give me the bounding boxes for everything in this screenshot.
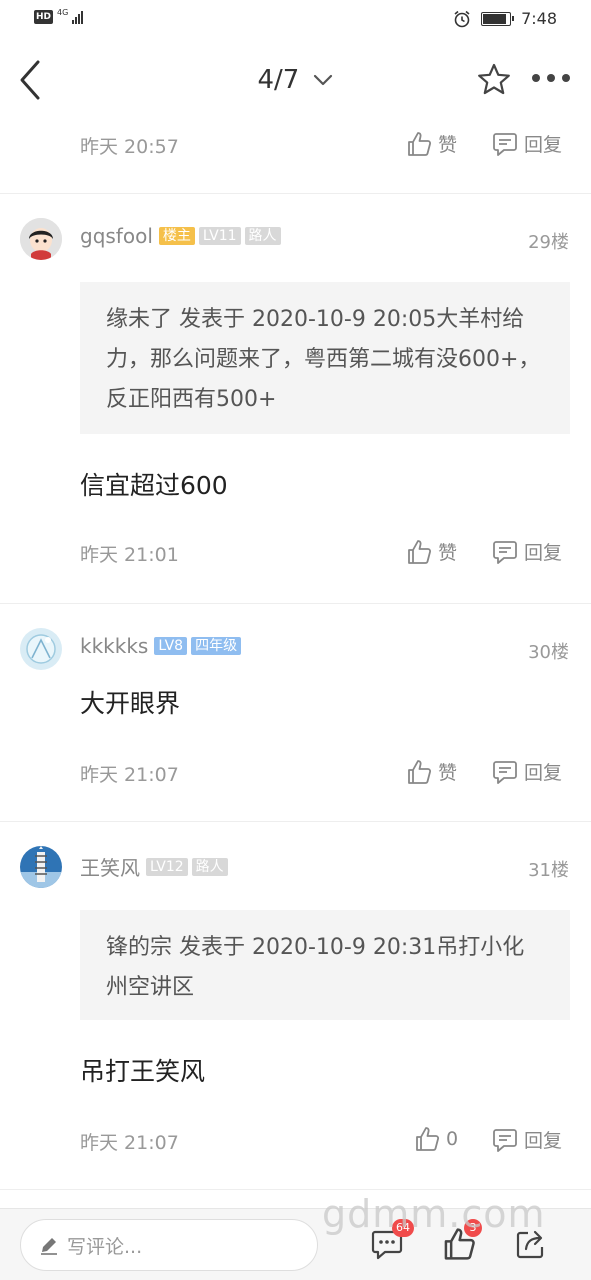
- author-row: kkkkks LV8 四年级: [80, 634, 242, 658]
- floor-number: 30楼: [528, 642, 569, 663]
- author-row: gqsfool 楼主 LV11 路人: [80, 224, 281, 248]
- like-button[interactable]: 0: [414, 1126, 458, 1152]
- reply-icon: [493, 760, 517, 784]
- share-icon: [516, 1230, 544, 1259]
- username[interactable]: gqsfool: [80, 224, 153, 248]
- share-button[interactable]: [514, 1227, 548, 1265]
- comment-placeholder: 写评论...: [67, 1235, 143, 1258]
- post-content: 吊打王笑风: [80, 1057, 206, 1086]
- reply-post: kkkkks LV8 四年级 30楼 大开眼界 昨天 21:07 赞 回复: [0, 604, 591, 822]
- reply-label: 回复: [524, 542, 563, 564]
- more-icon[interactable]: [532, 74, 572, 86]
- like-button[interactable]: 赞: [406, 538, 457, 565]
- quote-block[interactable]: 缘未了 发表于 2020-10-9 20:05大羊村给力，那么问题来了，粤西第二…: [80, 282, 570, 434]
- like-button[interactable]: 赞: [406, 758, 457, 785]
- likes-count-badge: 3: [464, 1219, 482, 1237]
- floor-number: 31楼: [528, 860, 569, 881]
- reply-button[interactable]: 回复: [492, 1126, 562, 1153]
- signal-icon: [72, 10, 84, 24]
- reply-label: 回复: [524, 134, 563, 156]
- like-label: 赞: [438, 762, 458, 784]
- post-time: 昨天 21:07: [80, 1132, 179, 1154]
- reply-label: 回复: [524, 1130, 563, 1152]
- reply-button[interactable]: 回复: [492, 758, 562, 785]
- hd-indicator: HD: [34, 10, 54, 24]
- reply-feed: 昨天 20:57 赞 回复 gqsfool 楼主 LV11 路人 29楼 缘未了…: [0, 120, 591, 1208]
- post-time: 昨天 21:01: [80, 544, 179, 566]
- author-row: 王笑风 LV12 路人: [80, 852, 228, 881]
- avatar[interactable]: [20, 628, 62, 670]
- reply-icon: [493, 132, 517, 156]
- username[interactable]: kkkkks: [80, 634, 148, 658]
- star-icon[interactable]: [476, 62, 512, 98]
- reply-post: 昨天 20:57 赞 回复: [0, 120, 591, 194]
- chevron-down-icon: [313, 74, 332, 85]
- like-post-button[interactable]: 3: [442, 1219, 482, 1265]
- alarm-icon: [454, 10, 470, 27]
- level-badge: LV11: [198, 227, 241, 245]
- username[interactable]: 王笑风: [80, 852, 140, 881]
- thumbs-up-icon: [416, 1127, 440, 1151]
- thumbs-up-icon: [408, 759, 432, 784]
- network-type: 4G: [57, 8, 69, 17]
- pencil-icon: [41, 1238, 57, 1255]
- reply-post: 王笑风 LV12 路人 31楼 锋的宗 发表于 2020-10-9 20:31吊…: [0, 822, 591, 1190]
- thumbs-up-icon: [408, 131, 432, 156]
- post-time: 昨天 21:07: [80, 764, 179, 786]
- owner-badge: 楼主: [158, 227, 195, 245]
- title-badge: 路人: [244, 227, 281, 245]
- avatar[interactable]: [20, 846, 62, 888]
- post-content: 信宜超过600: [80, 471, 228, 500]
- like-button[interactable]: 赞: [406, 130, 457, 157]
- clock: 7:48: [521, 9, 557, 28]
- top-nav-bar: 4/7: [0, 40, 591, 120]
- thumbs-up-icon: [408, 539, 432, 564]
- title-badge: 路人: [191, 857, 228, 876]
- reply-icon: [493, 540, 517, 564]
- reply-button[interactable]: 回复: [492, 130, 562, 157]
- level-badge: LV8: [154, 637, 188, 655]
- battery-icon: [481, 11, 515, 26]
- status-bar: HD 4G 7:48: [0, 0, 591, 40]
- like-label: 赞: [438, 134, 458, 156]
- level-badge: LV12: [146, 857, 188, 876]
- reply-button[interactable]: 回复: [492, 538, 562, 565]
- comment-input[interactable]: 写评论...: [20, 1219, 318, 1271]
- page-indicator: 4/7: [257, 64, 300, 95]
- avatar[interactable]: [20, 218, 62, 260]
- comments-count-badge: 64: [392, 1219, 414, 1237]
- like-count: 0: [446, 1128, 459, 1150]
- floor-number: 29楼: [528, 232, 569, 253]
- like-label: 赞: [438, 542, 458, 564]
- bottom-action-bar: 写评论... 64 3: [0, 1208, 591, 1280]
- quote-block[interactable]: 锋的宗 发表于 2020-10-9 20:31吊打小化州空讲区: [80, 910, 570, 1020]
- comments-button[interactable]: 64: [370, 1219, 414, 1265]
- post-content: 大开眼界: [80, 689, 181, 718]
- title-badge: 四年级: [191, 637, 242, 655]
- post-time: 昨天 20:57: [80, 136, 179, 158]
- reply-icon: [493, 1128, 517, 1152]
- reply-label: 回复: [524, 762, 563, 784]
- reply-post: gqsfool 楼主 LV11 路人 29楼 缘未了 发表于 2020-10-9…: [0, 194, 591, 604]
